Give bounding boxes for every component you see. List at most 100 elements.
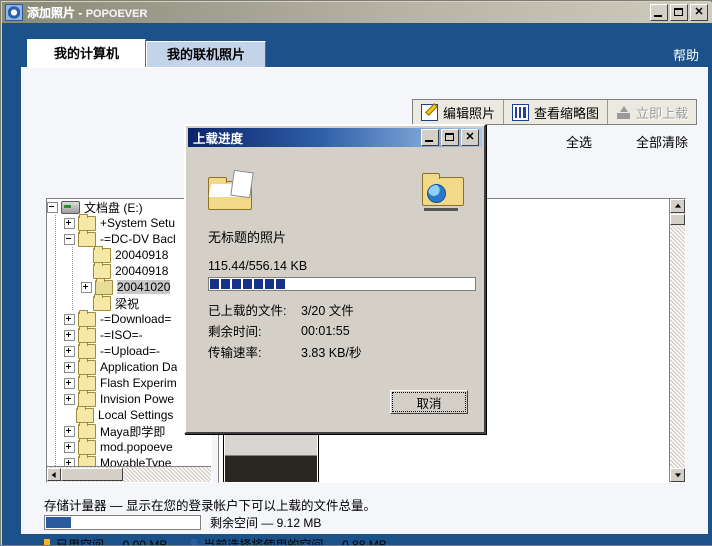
left-arrow-icon bbox=[51, 471, 56, 478]
view-thumbnails-label: 查看缩略图 bbox=[533, 105, 599, 121]
tree-indent-guide bbox=[47, 311, 64, 327]
tree-item-label: -=Download= bbox=[100, 312, 172, 326]
selected-space-label: 当前选择将使用的空间 — 0.88 MB bbox=[203, 538, 387, 545]
progress-block bbox=[221, 279, 230, 289]
window-title: 添加照片 - POPOEVER bbox=[27, 4, 147, 21]
tree-indent-guide bbox=[64, 295, 81, 311]
upload-stat-value: 3.83 KB/秒 bbox=[301, 346, 362, 360]
folder-icon bbox=[78, 325, 96, 343]
tree-indent-guide bbox=[47, 215, 64, 231]
view-thumbnails-button[interactable]: 查看缩略图 bbox=[503, 100, 608, 124]
tree-indent-guide bbox=[47, 327, 64, 343]
tree-horizontal-scrollbar[interactable] bbox=[47, 466, 211, 482]
dialog-maximize-button[interactable] bbox=[441, 129, 459, 146]
tab-my-online-photos[interactable]: 我的联机照片 bbox=[146, 41, 267, 67]
tree-indent-guide bbox=[47, 247, 64, 263]
expand-plus-icon[interactable] bbox=[64, 393, 75, 405]
expand-plus-icon[interactable] bbox=[64, 313, 75, 325]
tree-indent-guide bbox=[47, 391, 64, 407]
dialog-minimize-button[interactable] bbox=[421, 129, 439, 146]
storage-meter-header: 存储计量器 — 显示在您的登录帐户下可以上载的文件总量。 bbox=[44, 499, 376, 513]
tree-hscroll-thumb[interactable] bbox=[61, 468, 123, 481]
edit-photo-label: 编辑照片 bbox=[442, 105, 495, 121]
scroll-down-button[interactable] bbox=[670, 468, 685, 482]
tree-indent-guide bbox=[47, 423, 64, 439]
expand-plus-icon[interactable] bbox=[64, 441, 75, 453]
edit-photo-icon bbox=[420, 103, 438, 121]
dialog-close-button[interactable]: ✕ bbox=[461, 129, 479, 146]
folder-icon bbox=[78, 309, 96, 327]
tree-item-label: Local Settings bbox=[98, 408, 174, 422]
expand-plus-icon[interactable] bbox=[81, 281, 92, 293]
clear-all-link[interactable]: 全部清除 bbox=[636, 132, 688, 151]
window-title-separator: - bbox=[75, 6, 86, 20]
collapse-minus-icon[interactable] bbox=[64, 233, 75, 245]
folder-icon bbox=[78, 389, 96, 407]
maximize-button[interactable] bbox=[670, 4, 688, 21]
tree-indent-guide bbox=[47, 263, 64, 279]
upload-progress-bar bbox=[208, 277, 476, 291]
remaining-space-label: 剩余空间 — 9.12 MB bbox=[210, 516, 322, 530]
tree-item-label: 20040918 bbox=[115, 264, 169, 278]
tree-expander-placeholder bbox=[81, 299, 93, 308]
tree-expander-placeholder bbox=[64, 411, 76, 420]
toolbar: 编辑照片 查看缩略图 立即上载 bbox=[411, 99, 697, 125]
edit-photo-button[interactable]: 编辑照片 bbox=[412, 100, 504, 124]
upload-progress-dialog: 上载进度 ✕ 无标题的照片 115.44/556.14 KB 已上载的文件: 3… bbox=[184, 124, 486, 434]
progress-block bbox=[265, 279, 274, 289]
upload-stat-key: 传输速率: bbox=[208, 346, 262, 360]
collapse-minus-icon[interactable] bbox=[47, 201, 58, 213]
folder-icon bbox=[78, 357, 96, 375]
dialog-body: 无标题的照片 115.44/556.14 KB 已上载的文件: 3/20 文件 剩余… bbox=[188, 149, 482, 430]
expand-plus-icon[interactable] bbox=[64, 425, 75, 437]
tree-item-label: -=DC-DV Bacl bbox=[100, 232, 176, 246]
dialog-window-controls: ✕ bbox=[421, 129, 479, 146]
folder-icon bbox=[78, 421, 96, 439]
selection-links: 全选 全部清除 bbox=[566, 132, 688, 151]
upload-stat-value: 00:01:55 bbox=[301, 323, 350, 338]
upload-now-button[interactable]: 立即上载 bbox=[607, 100, 696, 124]
folder-open-icon bbox=[95, 277, 113, 295]
tree-indent-guide bbox=[47, 407, 64, 423]
globe-icon bbox=[427, 184, 446, 203]
cancel-button[interactable]: 取消 bbox=[390, 390, 468, 414]
window-title-main: 添加照片 bbox=[27, 6, 76, 20]
tab-my-computer[interactable]: 我的计算机 bbox=[27, 39, 147, 67]
upload-icon bbox=[616, 105, 631, 120]
tree-scroll-left-button[interactable] bbox=[47, 468, 61, 481]
tree-indent-guide bbox=[64, 263, 81, 279]
minimize-button[interactable] bbox=[650, 4, 668, 21]
drive-icon bbox=[61, 200, 80, 214]
storage-meter-fill bbox=[46, 517, 71, 528]
tree-indent-guide bbox=[47, 343, 64, 359]
main-window: 添加照片 - POPOEVER ✕ 我的计算机 我的联机照片 帮助 编辑照片 查… bbox=[0, 0, 712, 546]
scroll-up-button[interactable] bbox=[670, 199, 685, 213]
expand-plus-icon[interactable] bbox=[64, 361, 75, 373]
tree-item-label: Maya即学即 bbox=[100, 424, 166, 439]
destination-web-folder-icon bbox=[422, 171, 464, 211]
select-all-link[interactable]: 全选 bbox=[566, 132, 592, 151]
upload-size-text: 115.44/556.14 KB bbox=[208, 259, 308, 273]
tree-expander-placeholder bbox=[81, 251, 93, 260]
tree-item-label: Application Da bbox=[100, 360, 178, 374]
tree-item[interactable]: mod.popoeve bbox=[47, 437, 211, 455]
cancel-button-label: 取消 bbox=[392, 392, 466, 412]
storage-meter-row: 剩余空间 — 9.12 MB bbox=[44, 514, 321, 531]
tree-item-label: -=Upload=- bbox=[100, 344, 161, 358]
folder-icon bbox=[93, 293, 111, 311]
tree-indent-guide bbox=[47, 359, 64, 375]
tree-item-label: 20040918 bbox=[115, 248, 169, 262]
uploading-file-name: 无标题的照片 bbox=[208, 230, 287, 245]
ie-globe-icon bbox=[5, 4, 23, 21]
close-button[interactable]: ✕ bbox=[690, 4, 708, 21]
help-link[interactable]: 帮助 bbox=[673, 45, 699, 64]
thumbnail-vertical-scrollbar[interactable] bbox=[669, 199, 685, 482]
upload-stat-key: 已上载的文件: bbox=[208, 304, 287, 318]
vscroll-thumb[interactable] bbox=[670, 214, 685, 225]
tree-item-label: Invision Powe bbox=[100, 392, 175, 406]
progress-block bbox=[232, 279, 241, 289]
expand-plus-icon[interactable] bbox=[64, 217, 75, 229]
expand-plus-icon[interactable] bbox=[64, 329, 75, 341]
expand-plus-icon[interactable] bbox=[64, 377, 75, 389]
expand-plus-icon[interactable] bbox=[64, 345, 75, 357]
